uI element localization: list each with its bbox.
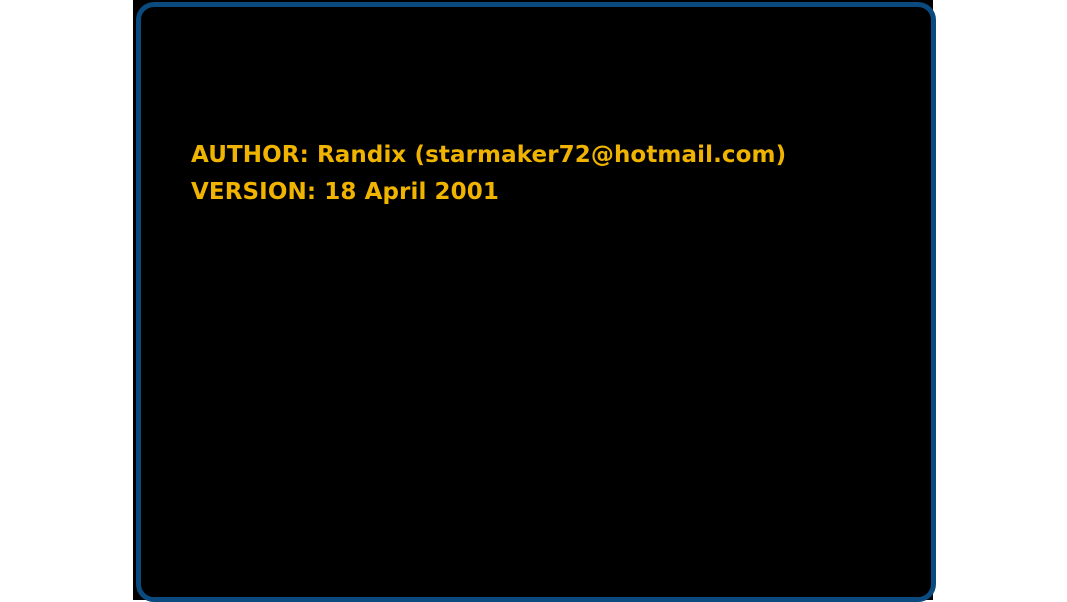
game-screen: AUTHOR: Randix (starmaker72@hotmail.com)… bbox=[133, 0, 936, 602]
version-line: VERSION: 18 April 2001 bbox=[191, 179, 499, 205]
author-credit-line: AUTHOR: Randix (starmaker72@hotmail.com) bbox=[191, 142, 787, 168]
credits-text-block: AUTHOR: Randix (starmaker72@hotmail.com)… bbox=[191, 137, 786, 211]
credits-panel-frame: AUTHOR: Randix (starmaker72@hotmail.com)… bbox=[136, 2, 936, 602]
